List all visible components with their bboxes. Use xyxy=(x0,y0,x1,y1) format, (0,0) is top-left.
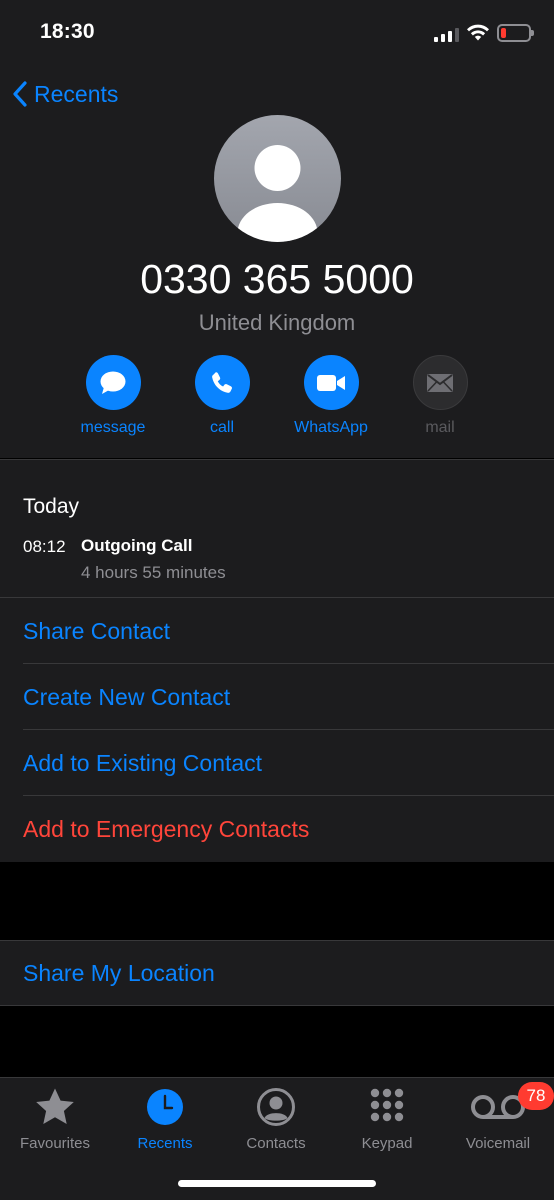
call-duration: 4 hours 55 minutes xyxy=(81,563,226,582)
call-history: Today 08:12 Outgoing Call 4 hours 55 min… xyxy=(0,459,554,597)
person-silhouette-icon xyxy=(237,145,318,242)
battery-icon xyxy=(497,24,534,42)
tab-label: Voicemail xyxy=(465,1135,531,1152)
contact-options-list: Share Contact Create New Contact Add to … xyxy=(0,597,554,862)
video-camera-icon xyxy=(303,355,359,410)
cellular-signal-icon xyxy=(434,26,459,42)
share-my-location-button[interactable]: Share My Location xyxy=(0,940,554,1006)
create-new-contact-button[interactable]: Create New Contact xyxy=(0,664,554,730)
wifi-icon xyxy=(467,24,489,41)
message-label: message xyxy=(80,419,146,436)
tab-contacts[interactable]: Contacts xyxy=(221,1086,331,1152)
call-time: 08:12 xyxy=(23,537,66,556)
add-to-emergency-contacts-button[interactable]: Add to Emergency Contacts xyxy=(0,796,554,862)
call-type: Outgoing Call xyxy=(81,536,193,555)
back-button[interactable]: Recents xyxy=(12,80,118,108)
history-heading: Today xyxy=(23,495,80,518)
mail-label: mail xyxy=(425,419,455,436)
message-button[interactable]: message xyxy=(58,355,168,437)
tab-favourites[interactable]: Favourites xyxy=(0,1086,110,1152)
call-label: call xyxy=(209,419,234,436)
voicemail-badge: 78 xyxy=(518,1082,554,1110)
tab-label: Contacts xyxy=(246,1135,306,1152)
tab-recents[interactable]: Recents xyxy=(110,1086,220,1152)
phone-icon xyxy=(194,355,250,410)
tab-label: Keypad xyxy=(361,1135,413,1152)
tab-label: Favourites xyxy=(19,1135,91,1152)
chevron-left-icon xyxy=(13,81,27,107)
whatsapp-button[interactable]: WhatsApp xyxy=(276,355,386,437)
clock-icon xyxy=(110,1086,220,1128)
phone-number: 0330 365 5000 xyxy=(140,256,414,302)
status-time: 18:30 xyxy=(40,20,95,43)
add-to-existing-contact-button[interactable]: Add to Existing Contact xyxy=(0,730,554,796)
star-icon xyxy=(0,1086,110,1128)
envelope-icon xyxy=(412,355,468,410)
message-bubble-icon xyxy=(85,355,141,410)
share-contact-button[interactable]: Share Contact xyxy=(0,598,554,664)
avatar xyxy=(214,115,341,242)
person-circle-icon xyxy=(221,1086,331,1128)
country-label: United Kingdom xyxy=(198,310,356,335)
quick-actions: message call WhatsApp mail xyxy=(0,355,554,445)
whatsapp-label: WhatsApp xyxy=(294,419,368,436)
tab-keypad[interactable]: Keypad xyxy=(332,1086,442,1152)
home-indicator[interactable] xyxy=(178,1180,376,1187)
status-bar: 18:30 xyxy=(0,0,554,66)
mail-button[interactable]: mail xyxy=(385,355,495,437)
keypad-icon xyxy=(332,1086,442,1128)
call-button[interactable]: call xyxy=(167,355,277,437)
back-label: Recents xyxy=(34,80,119,107)
tab-label: Recents xyxy=(137,1135,193,1152)
